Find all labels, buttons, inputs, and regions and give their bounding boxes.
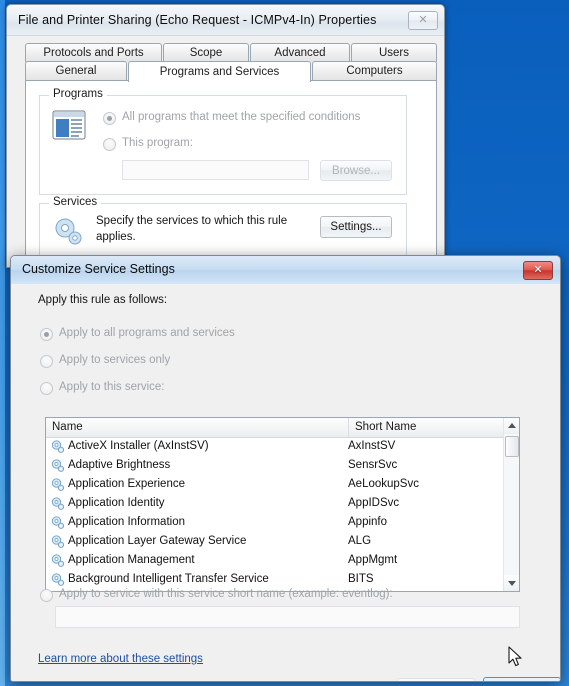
ok-button[interactable]: OK: [397, 678, 475, 681]
radio-all-programs-label: All programs that meet the specified con…: [122, 111, 361, 123]
close-icon[interactable]: ✕: [523, 261, 553, 280]
radio-apply-all-programs-services-label: Apply to all programs and services: [59, 327, 235, 339]
service-name: Application Layer Gateway Service: [68, 535, 247, 547]
service-name: Background Intelligent Transfer Service: [68, 573, 269, 585]
service-short-name: SensrSvc: [348, 459, 398, 471]
mouse-cursor-icon: [508, 646, 524, 670]
service-gear-icon: [51, 478, 64, 491]
service-dialog-body: Apply this rule as follows: Apply to all…: [11, 284, 560, 681]
table-row[interactable]: Application Layer Gateway Service ALG: [46, 532, 503, 551]
cancel-button[interactable]: Cancel: [483, 677, 560, 681]
tab-protocols-and-ports[interactable]: Protocols and Ports: [25, 43, 162, 62]
service-name: Application Experience: [68, 478, 185, 490]
settings-button[interactable]: Settings...: [320, 216, 392, 238]
service-gear-icon: [51, 459, 64, 472]
table-row[interactable]: ActiveX Installer (AxInstSV) AxInstSV: [46, 437, 503, 456]
service-short-name: AeLookupSvc: [348, 478, 419, 490]
program-window-icon: [52, 110, 86, 140]
service-gear-icon: [51, 554, 64, 567]
service-gear-icon: [51, 440, 64, 453]
program-path-input[interactable]: [122, 160, 309, 180]
services-list-scrollbar[interactable]: [503, 418, 519, 591]
tab-users[interactable]: Users: [351, 43, 437, 62]
radio-apply-service-short-name-label: Apply to service with this service short…: [59, 588, 393, 600]
table-row[interactable]: Application Identity AppIDSvc: [46, 494, 503, 513]
radio-all-programs[interactable]: [103, 112, 116, 125]
service-short-name: ALG: [348, 535, 372, 547]
service-dialog-title: Customize Service Settings: [22, 262, 175, 276]
column-header-name[interactable]: Name: [46, 418, 348, 437]
desktop-left-strip: [0, 0, 5, 686]
browse-button[interactable]: Browse...: [320, 160, 392, 181]
service-short-name: AppIDSvc: [348, 497, 400, 509]
scroll-up-arrow-icon[interactable]: [504, 418, 519, 434]
radio-apply-all-programs-services[interactable]: [40, 328, 53, 341]
service-gear-icon: [51, 573, 64, 586]
radio-this-program-label: This program:: [122, 137, 193, 149]
tab-programs-and-services[interactable]: Programs and Services: [128, 61, 311, 82]
tab-advanced[interactable]: Advanced: [250, 43, 350, 62]
services-group-label: Services: [49, 196, 102, 208]
radio-apply-this-service[interactable]: [40, 382, 53, 395]
table-row[interactable]: Application Experience AeLookupSvc: [46, 475, 503, 494]
services-list-rows: ActiveX Installer (AxInstSV) AxInstSV Adap…: [46, 437, 503, 591]
radio-apply-services-only[interactable]: [40, 355, 53, 368]
service-short-name: BITS: [348, 573, 374, 585]
apply-rule-intro-label: Apply this rule as follows:: [38, 294, 168, 306]
tab-row-upper: Protocols and Ports Scope Advanced Users: [25, 43, 437, 62]
services-list-header: Name Short Name: [46, 418, 519, 438]
close-icon[interactable]: ✕: [408, 11, 438, 30]
scroll-down-arrow-icon[interactable]: [504, 575, 519, 591]
services-gear-icon: [52, 216, 84, 246]
service-short-name: AppMgmt: [348, 554, 398, 566]
table-row[interactable]: Application Management AppMgmt: [46, 551, 503, 570]
service-gear-icon: [51, 497, 64, 510]
table-row[interactable]: Adaptive Brightness SensrSvc: [46, 456, 503, 475]
desktop-background: File and Printer Sharing (Echo Request -…: [0, 0, 569, 686]
services-description-line1: Specify the services to which this rule: [96, 215, 288, 227]
customize-service-settings-dialog: Customize Service Settings ✕ Apply this …: [10, 255, 561, 682]
radio-apply-service-short-name[interactable]: [40, 589, 53, 602]
services-description-line2: applies.: [96, 231, 136, 243]
tab-row-lower: General Programs and Services Computers: [25, 61, 437, 82]
radio-this-program[interactable]: [103, 138, 116, 151]
programs-group-label: Programs: [49, 88, 107, 100]
service-short-name: AxInstSV: [348, 440, 396, 452]
column-header-short-name[interactable]: Short Name: [348, 418, 505, 437]
service-name: Application Management: [68, 554, 195, 566]
programs-group: Programs All programs that meet the spec…: [39, 88, 407, 195]
service-name: ActiveX Installer (AxInstSV): [68, 440, 209, 452]
service-short-name-input[interactable]: [55, 606, 520, 628]
service-name: Application Identity: [68, 497, 165, 509]
service-name: Application Information: [68, 516, 185, 528]
tab-panel-programs-and-services: Programs All programs that meet the spec…: [25, 80, 437, 267]
tab-computers[interactable]: Computers: [312, 61, 437, 80]
tab-general[interactable]: General: [25, 61, 127, 80]
firewall-rule-properties-window: File and Printer Sharing (Echo Request -…: [6, 4, 445, 268]
services-list-view[interactable]: Name Short Name ActiveX Installer (AxIns…: [45, 417, 520, 592]
tab-scope[interactable]: Scope: [163, 43, 249, 62]
service-gear-icon: [51, 535, 64, 548]
table-row[interactable]: Background Intelligent Transfer Service B…: [46, 570, 503, 589]
service-short-name: Appinfo: [348, 516, 388, 528]
scrollbar-thumb[interactable]: [505, 436, 519, 457]
table-row[interactable]: Application Information Appinfo: [46, 513, 503, 532]
service-name: Adaptive Brightness: [68, 459, 171, 471]
learn-more-link[interactable]: Learn more about these settings: [38, 653, 203, 665]
radio-apply-services-only-label: Apply to services only: [59, 354, 171, 366]
service-gear-icon: [51, 516, 64, 529]
properties-window-title: File and Printer Sharing (Echo Request -…: [18, 13, 377, 27]
radio-apply-this-service-label: Apply to this service:: [59, 381, 165, 393]
